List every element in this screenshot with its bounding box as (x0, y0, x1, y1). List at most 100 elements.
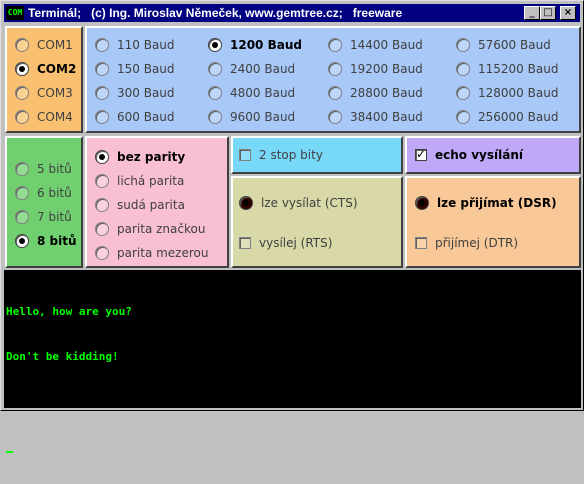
port-label: COM1 (37, 38, 73, 52)
radio-button-icon (328, 86, 342, 100)
baud-option[interactable]: 19200 Baud (328, 62, 423, 76)
checkbox-box (239, 237, 251, 249)
radio-button-icon (15, 186, 29, 200)
radio-button-icon (15, 62, 29, 76)
radio-button-icon (208, 38, 222, 52)
port-option[interactable]: COM3 (15, 86, 73, 100)
parity-option[interactable]: parita značkou (95, 222, 205, 236)
parity-option[interactable]: sudá parita (95, 198, 185, 212)
baud-label: 9600 Baud (230, 110, 296, 124)
stop-bits-label: 2 stop bity (259, 148, 323, 162)
parity-option[interactable]: lichá parita (95, 174, 184, 188)
baud-option[interactable]: 9600 Baud (208, 110, 295, 124)
rts-label: vysílej (RTS) (259, 236, 333, 250)
baud-option[interactable]: 4800 Baud (208, 86, 295, 100)
radio-button-icon (208, 86, 222, 100)
radio-button-icon (95, 222, 109, 236)
parity-label: bez parity (117, 150, 186, 164)
radio-button-icon (208, 110, 222, 124)
echo-label: echo vysílání (435, 148, 523, 162)
baud-label: 19200 Baud (350, 62, 423, 76)
baud-option[interactable]: 28800 Baud (328, 86, 423, 100)
minimize-button[interactable]: _ (524, 6, 540, 20)
baud-option[interactable]: 600 Baud (95, 110, 175, 124)
baud-label: 115200 Baud (478, 62, 559, 76)
checkbox-box (239, 149, 251, 161)
baud-option[interactable]: 300 Baud (95, 86, 175, 100)
port-option[interactable]: COM1 (15, 38, 73, 52)
data-bits-label: 5 bitů (37, 162, 72, 176)
baud-label: 110 Baud (117, 38, 175, 52)
radio-button-icon (95, 150, 109, 164)
baud-label: 38400 Baud (350, 110, 423, 124)
radio-button-icon (328, 38, 342, 52)
terminal-output[interactable]: Hello, how are you? Don't be kidding! (4, 270, 581, 453)
baud-option[interactable]: 14400 Baud (328, 38, 423, 52)
port-option[interactable]: COM2 (15, 62, 76, 76)
data-bits-option[interactable]: 5 bitů (15, 162, 72, 176)
baud-option[interactable]: 2400 Baud (208, 62, 295, 76)
data-bits-option[interactable]: 7 bitů (15, 210, 72, 224)
baud-label: 150 Baud (117, 62, 175, 76)
radio-button-icon (95, 198, 109, 212)
radio-button-icon (15, 162, 29, 176)
radio-button-icon (328, 110, 342, 124)
baud-option[interactable]: 150 Baud (95, 62, 175, 76)
radio-button-icon (456, 38, 470, 52)
port-label: COM2 (37, 62, 77, 76)
echo-checkbox[interactable]: echo vysílání (415, 147, 523, 162)
radio-button-icon (15, 38, 29, 52)
baud-option[interactable]: 110 Baud (95, 38, 175, 52)
radio-button-icon (15, 86, 29, 100)
rts-checkbox[interactable]: vysílej (RTS) (239, 236, 332, 250)
parity-option[interactable]: parita mezerou (95, 246, 208, 260)
baud-option[interactable]: 128000 Baud (456, 86, 558, 100)
parity-label: parita značkou (117, 222, 206, 236)
data-bits-option[interactable]: 6 bitů (15, 186, 72, 200)
baud-option[interactable]: 38400 Baud (328, 110, 423, 124)
maximize-button[interactable]: □ (540, 6, 556, 20)
dsr-indicator: lze přijímat (DSR) (415, 196, 557, 210)
cts-rts-panel (231, 176, 403, 268)
baud-label: 4800 Baud (230, 86, 296, 100)
title-bar[interactable]: COM Terminál; (c) Ing. Miroslav Němeček,… (4, 4, 580, 22)
parity-label: lichá parita (117, 174, 185, 188)
stop-bits-checkbox[interactable]: 2 stop bity (239, 148, 323, 162)
radio-button-icon (456, 110, 470, 124)
close-button[interactable]: × (560, 6, 576, 20)
baud-label: 57600 Baud (478, 38, 551, 52)
baud-label: 128000 Baud (478, 86, 559, 100)
radio-button-icon (95, 38, 109, 52)
dsr-led-icon (415, 196, 429, 210)
window-title: Terminál; (c) Ing. Miroslav Němeček, www… (28, 6, 403, 20)
baud-option[interactable]: 115200 Baud (456, 62, 558, 76)
parity-label: sudá parita (117, 198, 185, 212)
terminal-window: COM Terminál; (c) Ing. Miroslav Němeček,… (0, 0, 584, 453)
baud-option[interactable]: 57600 Baud (456, 38, 551, 52)
baud-label: 600 Baud (117, 110, 175, 124)
dtr-label: přijímej (DTR) (435, 236, 519, 250)
data-bits-label: 6 bitů (37, 186, 72, 200)
parity-option[interactable]: bez parity (95, 150, 185, 164)
cursor (6, 451, 13, 453)
cts-led-icon (239, 196, 253, 210)
baud-option[interactable]: 256000 Baud (456, 110, 558, 124)
dsr-dtr-panel (405, 176, 581, 268)
radio-button-icon (15, 210, 29, 224)
port-option[interactable]: COM4 (15, 110, 73, 124)
baud-label: 2400 Baud (230, 62, 296, 76)
baud-label: 14400 Baud (350, 38, 423, 52)
radio-button-icon (15, 234, 29, 248)
parity-label: parita mezerou (117, 246, 209, 260)
terminal-line: Don't be kidding! (6, 350, 119, 363)
baud-label: 256000 Baud (478, 110, 559, 124)
data-bits-label: 8 bitů (37, 234, 77, 248)
radio-button-icon (328, 62, 342, 76)
cts-indicator: lze vysílat (CTS) (239, 196, 358, 210)
data-bits-option[interactable]: 8 bitů (15, 234, 77, 248)
radio-button-icon (95, 62, 109, 76)
dtr-checkbox[interactable]: přijímej (DTR) (415, 236, 518, 250)
terminal-cursor-line (6, 439, 579, 454)
baud-label: 28800 Baud (350, 86, 423, 100)
baud-option[interactable]: 1200 Baud (208, 38, 302, 52)
